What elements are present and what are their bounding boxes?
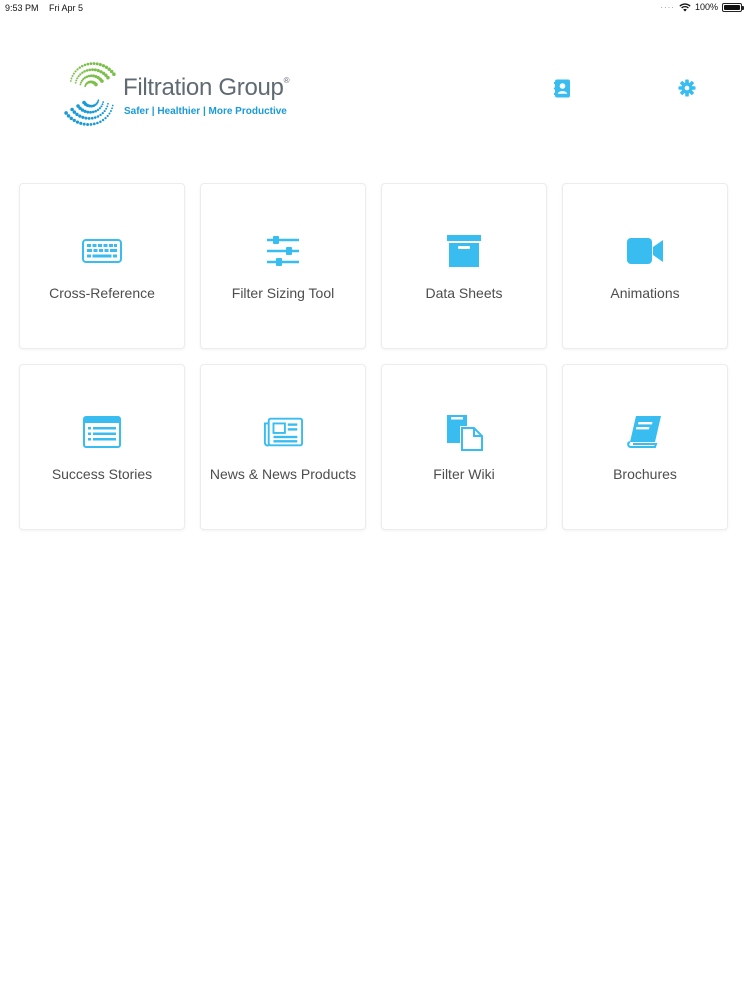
status-bar: 9:53 PM Fri Apr 5 ···· 100%: [0, 0, 750, 16]
tile-label: Brochures: [613, 466, 677, 482]
sliders-icon: [263, 233, 303, 269]
header: Filtration Group® Safer | Healthier | Mo…: [0, 50, 750, 140]
tile-filter-sizing-tool[interactable]: Filter Sizing Tool: [200, 183, 366, 349]
feature-grid: Cross-Reference Filter Sizing Tool Data …: [19, 183, 731, 530]
logo-name: Filtration Group®: [123, 74, 290, 101]
settings-button[interactable]: [677, 78, 697, 98]
gear-icon: [678, 79, 696, 97]
tile-success-stories[interactable]: Success Stories: [19, 364, 185, 530]
book-icon: [625, 414, 665, 450]
contacts-button[interactable]: [552, 78, 572, 98]
status-time: 9:53 PM: [5, 3, 39, 13]
battery-icon: [722, 2, 744, 12]
tile-label: Animations: [610, 285, 680, 301]
tile-news-products[interactable]: News & News Products: [200, 364, 366, 530]
tile-label: Cross-Reference: [49, 285, 155, 301]
tile-data-sheets[interactable]: Data Sheets: [381, 183, 547, 349]
contacts-icon: [553, 79, 570, 97]
documents-icon: [444, 414, 484, 451]
wifi-icon: [679, 2, 691, 11]
tile-label: Data Sheets: [425, 285, 503, 301]
status-right: ···· 100%: [660, 2, 744, 12]
cellular-dots-icon: ····: [660, 2, 675, 12]
video-camera-icon: [625, 233, 665, 269]
battery-percent: 100%: [694, 2, 718, 12]
archive-box-icon: [444, 233, 484, 269]
tile-label: Filter Wiki: [433, 466, 495, 482]
tile-label: News & News Products: [209, 466, 357, 482]
tile-label: Success Stories: [51, 466, 153, 482]
list-window-icon: [82, 414, 122, 450]
filtration-group-logo: Filtration Group® Safer | Healthier | Mo…: [60, 58, 330, 128]
tile-filter-wiki[interactable]: Filter Wiki: [381, 364, 547, 530]
keyboard-icon: [82, 233, 122, 269]
logo-tagline: Safer | Healthier | More Productive: [124, 106, 287, 117]
tile-animations[interactable]: Animations: [562, 183, 728, 349]
tile-brochures[interactable]: Brochures: [562, 364, 728, 530]
status-date: Fri Apr 5: [49, 3, 84, 13]
tile-cross-reference[interactable]: Cross-Reference: [19, 183, 185, 349]
tile-label: Filter Sizing Tool: [231, 285, 335, 301]
status-left: 9:53 PM Fri Apr 5: [5, 3, 91, 13]
logo-swirl-icon: [64, 62, 116, 126]
newspaper-icon: [263, 414, 303, 450]
